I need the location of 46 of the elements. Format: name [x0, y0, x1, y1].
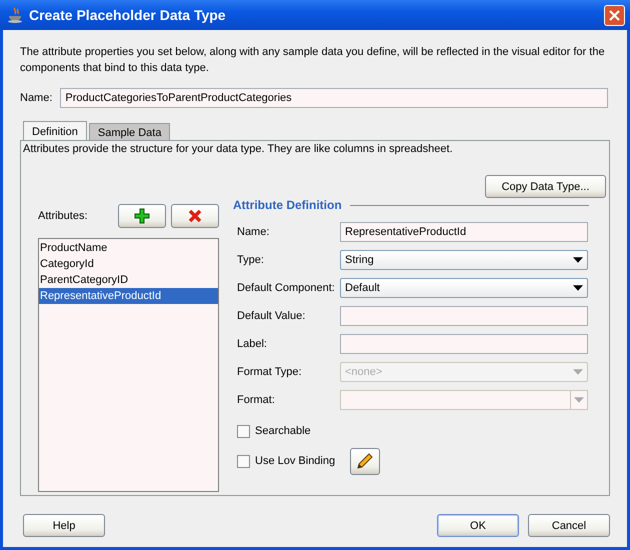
- input-field[interactable]: [340, 306, 588, 326]
- checkbox-label: Searchable: [255, 425, 311, 437]
- checkbox-label: Use Lov Binding: [255, 455, 336, 467]
- field-label: Default Value:: [237, 310, 306, 322]
- field-label: Type:: [237, 254, 265, 266]
- cancel-button[interactable]: Cancel: [528, 514, 610, 537]
- caret-icon: [573, 257, 583, 263]
- caret-icon: [573, 369, 583, 375]
- description-text: The attribute properties you set below, along with any sample data you define, will be reflected in the visual editor for the components that bind to this data type.: [20, 45, 606, 76]
- cup-icon: [6, 6, 24, 24]
- close-icon: [607, 8, 622, 22]
- delete-button[interactable]: [171, 204, 219, 228]
- name-label: Name:: [20, 92, 52, 104]
- ok-button[interactable]: OK: [437, 514, 519, 537]
- copy-button[interactable]: Copy Data Type...: [485, 175, 606, 198]
- add-button[interactable]: [118, 204, 166, 228]
- caret-icon: [574, 397, 584, 403]
- window-title: Create Placeholder Data Type: [29, 7, 227, 23]
- input-field[interactable]: RepresentativeProductId: [340, 222, 588, 242]
- tab[interactable]: Definition: [23, 121, 87, 141]
- caret-icon: [573, 285, 583, 291]
- close-button[interactable]: [604, 4, 625, 26]
- list-item[interactable]: CategoryId: [39, 256, 218, 272]
- field-label: Default Component:: [237, 282, 336, 294]
- list-item[interactable]: RepresentativeProductId: [39, 288, 218, 304]
- dropdown[interactable]: Default: [340, 278, 588, 298]
- field-label: Format Type:: [237, 366, 303, 378]
- tab-description: Attributes provide the structure for your data type. They are like columns in spreadsheet.: [23, 143, 454, 155]
- name-field[interactable]: ProductCategoriesToParentProductCategories: [60, 88, 608, 108]
- plus-icon: [134, 208, 150, 224]
- list-item[interactable]: ParentCategoryID: [39, 272, 218, 288]
- input-field[interactable]: [340, 334, 588, 354]
- field-label: Format:: [237, 394, 276, 406]
- section-title: Attribute Definition: [233, 198, 342, 212]
- help-button[interactable]: Help: [23, 514, 105, 537]
- field-label: Label:: [237, 338, 268, 350]
- tab[interactable]: Sample Data: [88, 123, 170, 141]
- field-label: Name:: [237, 226, 270, 238]
- edit-button[interactable]: [350, 448, 380, 474]
- list-item[interactable]: ProductName: [39, 240, 218, 256]
- checkbox[interactable]: [237, 424, 250, 438]
- dropdown[interactable]: String: [340, 250, 588, 270]
- delete-icon: [187, 208, 203, 224]
- pencil-icon: [355, 451, 376, 471]
- checkbox[interactable]: [237, 454, 250, 468]
- attributes-label: Attributes:: [38, 210, 89, 222]
